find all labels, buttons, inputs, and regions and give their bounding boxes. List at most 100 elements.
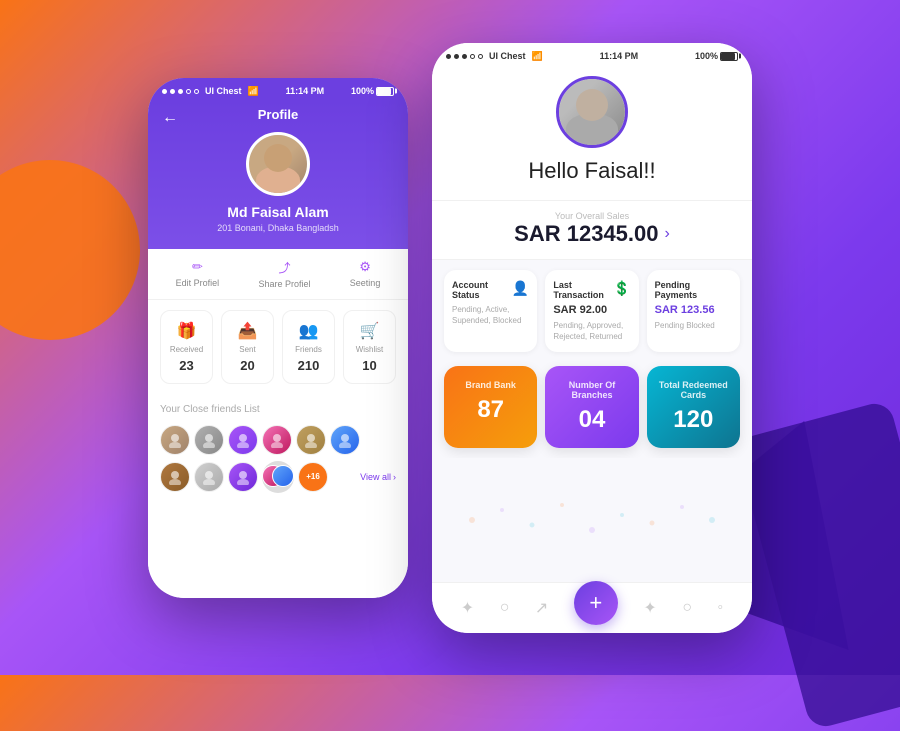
info-cards-row: Account Status 👤 Pending, Active, Supend… (432, 260, 752, 362)
nav-icon-5[interactable]: ○ (682, 599, 692, 617)
edit-profile-action[interactable]: ✏ Edit Profiel (176, 259, 220, 289)
right-avatar-inner (559, 79, 625, 145)
redeemed-cards-card[interactable]: Total Redeemed Cards 120 (647, 366, 740, 448)
friends-row-2: +16 View all › (160, 461, 396, 493)
brand-bank-card[interactable]: Brand Bank 87 (444, 366, 537, 448)
friend-avatar-6 (330, 425, 360, 455)
nav-icon-2[interactable]: ○ (500, 599, 510, 617)
last-transaction-header: Last Transaction 💲 (553, 280, 630, 300)
right-avatar (556, 76, 628, 148)
sales-amount: SAR 12345.00 (514, 221, 658, 247)
transaction-desc: Pending, Approved, Rejected, Returned (553, 320, 630, 342)
sent-label: Sent (239, 345, 255, 354)
sent-icon: 📤 (238, 321, 258, 341)
friend-avatar-8 (194, 462, 224, 492)
friends-value: 210 (298, 358, 320, 373)
rdot-3 (462, 54, 467, 59)
left-battery-icon (376, 87, 394, 96)
left-app-name: UI Chest (205, 86, 242, 96)
profile-title: Profile (258, 107, 298, 122)
profile-header: ← Profile Md Faisal Alam 201 Bonani, Dha… (148, 101, 408, 249)
nav-icon-3[interactable]: ↗ (535, 598, 548, 618)
rdot-1 (446, 54, 451, 59)
color-cards-row: Brand Bank 87 Number Of Branches 04 Tota… (432, 362, 752, 458)
friends-row-1 (160, 425, 396, 455)
friend-avatar-group (262, 461, 294, 493)
right-time: 11:14 PM (600, 51, 639, 61)
friend-avatar-9 (228, 462, 258, 492)
avatar-face (249, 134, 307, 194)
friends-section: Your Close friends List (148, 394, 408, 598)
redeemed-value: 120 (673, 406, 713, 434)
branches-card[interactable]: Number Of Branches 04 (545, 366, 638, 448)
rdot-2 (454, 54, 459, 59)
brand-bank-title: Brand Bank (465, 380, 516, 390)
nav-icon-4[interactable]: ✦ (643, 598, 656, 618)
sales-amount-row: SAR 12345.00 › (452, 221, 732, 247)
right-phone: UI Chest 📶 11:14 PM 100% Hello Faisal!! … (432, 43, 752, 633)
dot-2 (170, 89, 175, 94)
friend-count-badge: +16 (298, 462, 328, 492)
account-status-card: Account Status 👤 Pending, Active, Supend… (444, 270, 537, 352)
nav-icon-1[interactable]: ✦ (461, 598, 474, 618)
nav-fab-button[interactable]: + (574, 581, 618, 625)
last-transaction-title: Last Transaction (553, 280, 613, 300)
view-all-chevron: › (393, 472, 396, 482)
received-label: Received (170, 345, 203, 354)
friend-avatar-1 (160, 425, 190, 455)
right-status-bar: UI Chest 📶 11:14 PM 100% (432, 43, 752, 66)
view-all-button[interactable]: View all › (360, 472, 396, 482)
greeting-text: Hello Faisal!! (528, 158, 655, 184)
gear-icon: ⚙ (359, 259, 371, 275)
stat-sent: 📤 Sent 20 (221, 310, 274, 384)
friends-icon: 👥 (299, 321, 319, 341)
left-battery-pct: 100% (351, 86, 374, 96)
share-label: Share Profiel (258, 279, 310, 289)
sales-chevron[interactable]: › (665, 225, 670, 243)
nav-icon-6[interactable]: ◦ (718, 599, 724, 617)
account-status-header: Account Status 👤 (452, 280, 529, 300)
received-icon: 🎁 (177, 321, 197, 341)
stat-friends: 👥 Friends 210 (282, 310, 335, 384)
edit-label: Edit Profiel (176, 278, 220, 288)
right-app-name: UI Chest (489, 51, 526, 61)
decoration-area (432, 458, 752, 582)
right-battery-pct: 100% (695, 51, 718, 61)
share-profile-action[interactable]: ⤴ Share Profiel (258, 259, 310, 289)
last-transaction-card: Last Transaction 💲 SAR 92.00 Pending, Ap… (545, 270, 638, 352)
fab-plus-icon: + (589, 590, 602, 616)
dot-3 (178, 89, 183, 94)
brand-bank-value: 87 (477, 396, 504, 424)
left-phone: UI Chest 📶 11:14 PM 100% ← Profile Md Fa… (148, 78, 408, 598)
account-status-icon: 👤 (512, 280, 529, 297)
branches-title: Number Of Branches (555, 380, 628, 400)
status-dots: UI Chest 📶 (162, 86, 259, 97)
rdot-5 (478, 54, 483, 59)
pending-payments-card: Pending Payments SAR 123.56 Pending Bloc… (647, 270, 740, 352)
friends-section-title: Your Close friends List (160, 404, 396, 415)
avatar-head (264, 144, 292, 172)
stat-wishlist: 🛒 Wishlist 10 (343, 310, 396, 384)
right-header: Hello Faisal!! (432, 66, 752, 201)
friends-label: Friends (295, 345, 322, 354)
left-wifi-icon: 📶 (248, 86, 259, 97)
pending-amount: SAR 123.56 (655, 304, 732, 316)
rdot-4 (470, 54, 475, 59)
right-avatar-head (576, 89, 608, 121)
friend-avatar-7 (160, 462, 190, 492)
profile-address: 201 Bonani, Dhaka Bangladsh (217, 223, 339, 233)
bottom-nav: ✦ ○ ↗ + ✦ ○ ◦ (432, 582, 752, 633)
sales-label: Your Overall Sales (452, 211, 732, 221)
friend-avatar-3 (228, 425, 258, 455)
friend-avatar-4 (262, 425, 292, 455)
pending-payments-header: Pending Payments (655, 280, 732, 300)
profile-avatar (246, 132, 310, 196)
settings-label: Seeting (350, 278, 381, 288)
profile-name: Md Faisal Alam (227, 204, 328, 220)
transaction-icon: 💲 (613, 280, 630, 297)
settings-action[interactable]: ⚙ Seeting (350, 259, 381, 289)
bg-decoration-circle (0, 160, 140, 340)
actions-row: ✏ Edit Profiel ⤴ Share Profiel ⚙ Seeting (148, 249, 408, 300)
account-status-title: Account Status (452, 280, 512, 300)
back-button[interactable]: ← (162, 109, 178, 127)
